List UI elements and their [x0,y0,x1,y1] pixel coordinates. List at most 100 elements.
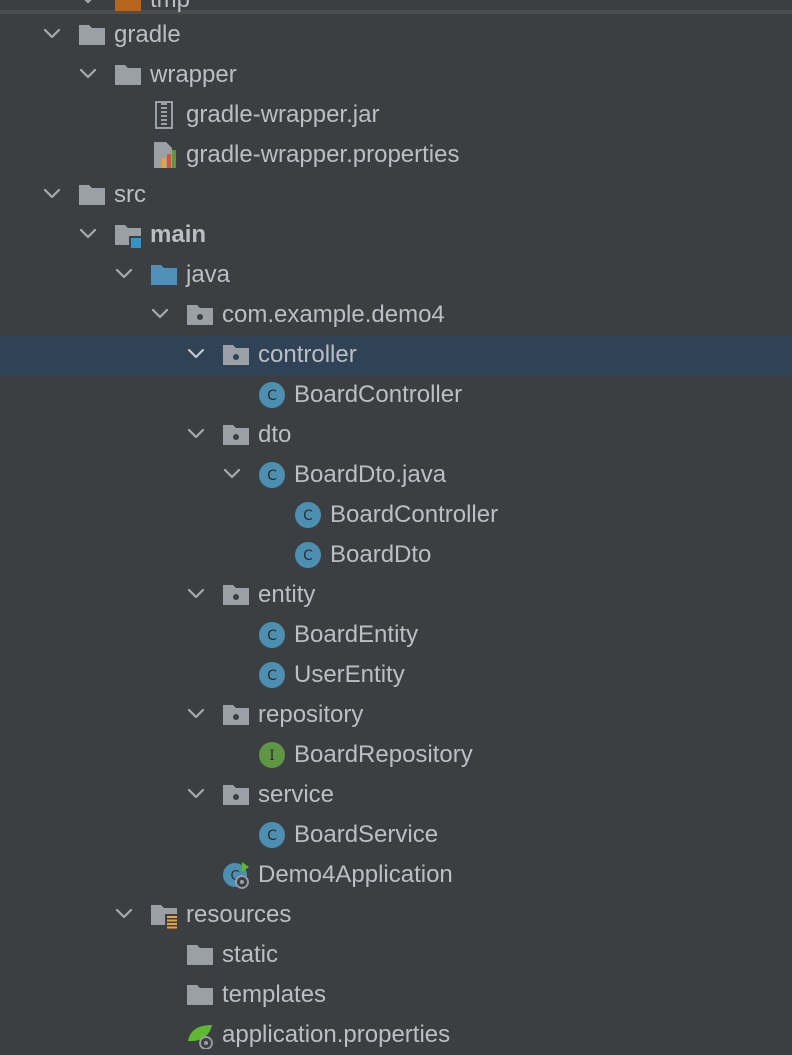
tree-row-application-properties[interactable]: application.properties [0,1015,792,1055]
tree-label: static [222,941,279,968]
tree-label: BoardController [294,381,463,408]
package-icon [222,341,250,369]
tree-row-board-service[interactable]: C BoardService [0,815,792,855]
tree-row-gradle-wrapper-jar[interactable]: gradle-wrapper.jar [0,95,792,135]
tree-label: service [258,781,335,808]
spring-properties-icon [186,1021,214,1049]
class-icon: C [258,381,286,409]
tree-row-wrapper[interactable]: wrapper [0,55,792,95]
tree-label: BoardDto.java [294,461,447,488]
class-icon: C [294,501,322,529]
tree-label: Demo4Application [258,861,453,888]
class-icon: C [294,541,322,569]
chevron-down-icon[interactable] [186,584,206,604]
tree-label: BoardDto [330,541,432,568]
folder-icon [186,941,214,969]
tree-label: src [114,181,146,208]
spring-boot-application-icon: C [222,861,250,889]
tree-row-gradle-wrapper-properties[interactable]: gradle-wrapper.properties [0,135,792,175]
tree-row-main[interactable]: main [0,215,792,255]
class-icon: C [258,821,286,849]
tree-row-package-root[interactable]: com.example.demo4 [0,295,792,335]
chevron-down-icon[interactable] [186,704,206,724]
tree-row-resources[interactable]: resources [0,895,792,935]
tree-row-java[interactable]: java [0,255,792,295]
tree-label: java [186,261,231,288]
tree-row-board-repository[interactable]: I BoardRepository [0,735,792,775]
svg-text:C: C [267,828,277,844]
folder-icon [78,21,106,49]
chevron-down-icon[interactable] [186,344,206,364]
tree-label: dto [258,421,292,448]
svg-text:C: C [303,548,313,564]
tree-label: repository [258,701,364,728]
tree-label: resources [186,901,292,928]
package-icon [186,301,214,329]
resources-folder-icon [150,901,178,929]
folder-icon [186,981,214,1009]
svg-text:C: C [267,468,277,484]
interface-icon: I [258,741,286,769]
chevron-down-icon[interactable] [186,424,206,444]
folder-icon [114,61,142,89]
package-icon [222,701,250,729]
svg-text:C: C [303,508,313,524]
tree-row-static[interactable]: static [0,935,792,975]
chevron-down-icon[interactable] [150,304,170,324]
class-icon: C [258,461,286,489]
svg-text:C: C [267,628,277,644]
chevron-down-icon[interactable] [114,264,134,284]
tree-label: controller [258,341,357,368]
tree-label: wrapper [150,61,237,88]
tree-label: com.example.demo4 [222,301,445,328]
tree-row-controller[interactable]: controller [0,335,792,375]
class-icon: C [258,661,286,689]
chevron-down-icon[interactable] [222,464,242,484]
folder-icon [114,0,142,14]
svg-text:I: I [269,748,275,764]
tree-label: gradle [114,21,181,48]
properties-file-icon [150,141,178,169]
svg-text:C: C [267,668,277,684]
package-icon [222,581,250,609]
tree-label: tmp [150,0,190,14]
tree-row-service[interactable]: service [0,775,792,815]
tree-label: main [150,221,207,248]
tree-label: gradle-wrapper.jar [186,101,380,128]
tree-row-board-controller[interactable]: C BoardController [0,375,792,415]
tree-row-templates[interactable]: templates [0,975,792,1015]
tree-label: BoardService [294,821,439,848]
chevron-down-icon[interactable] [78,224,98,244]
package-icon [222,781,250,809]
tree-row-board-dto-java[interactable]: C BoardDto.java [0,455,792,495]
tree-row-demo4-application[interactable]: C Demo4Application [0,855,792,895]
chevron-down-icon[interactable] [78,64,98,84]
folder-icon [78,181,106,209]
chevron-down-icon[interactable] [114,904,134,924]
tree-label: UserEntity [294,661,405,688]
tree-row-repository[interactable]: repository [0,695,792,735]
chevron-down-icon[interactable] [42,184,62,204]
tree-row-src[interactable]: src [0,175,792,215]
tree-row-board-dto-java-controller[interactable]: C BoardController [0,495,792,535]
tree-row-board-dto-java-dto[interactable]: C BoardDto [0,535,792,575]
project-tree: tmp gradle wrapper gradle-wrapper.jar [0,0,792,1050]
tree-row-user-entity[interactable]: C UserEntity [0,655,792,695]
chevron-down-icon[interactable] [78,0,98,9]
chevron-down-icon[interactable] [42,24,62,44]
tree-row-entity[interactable]: entity [0,575,792,615]
chevron-down-icon[interactable] [186,784,206,804]
tree-label: gradle-wrapper.properties [186,141,460,168]
tree-label: BoardEntity [294,621,419,648]
archive-icon [150,101,178,129]
tree-label: BoardController [330,501,499,528]
tree-label: BoardRepository [294,741,473,768]
module-folder-icon [114,221,142,249]
package-icon [222,421,250,449]
tree-row-board-entity[interactable]: C BoardEntity [0,615,792,655]
tree-label: templates [222,981,327,1008]
tree-row-gradle[interactable]: gradle [0,15,792,55]
tree-label: entity [258,581,316,608]
tree-row-dto[interactable]: dto [0,415,792,455]
source-folder-icon [150,261,178,289]
